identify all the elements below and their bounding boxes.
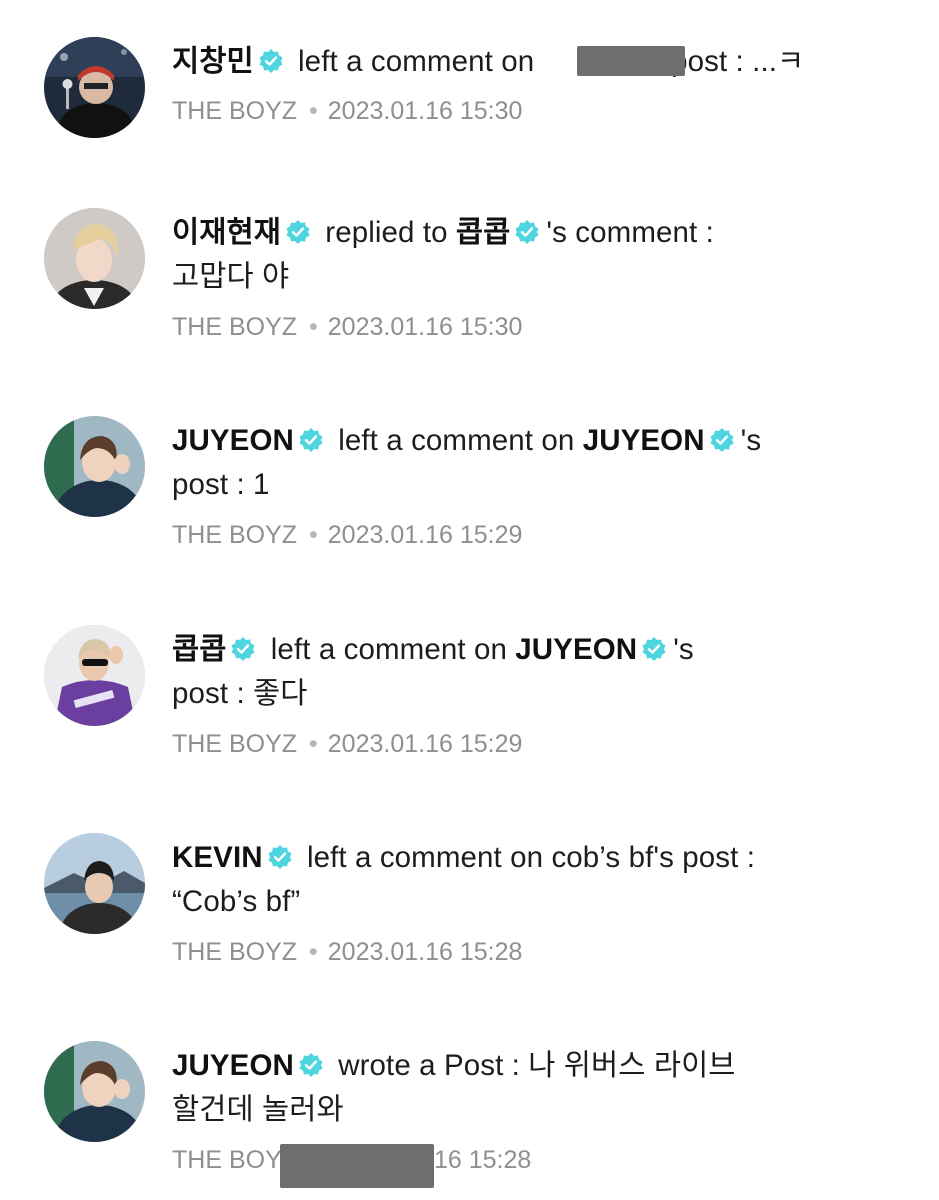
actor-name[interactable]: JUYEON <box>172 424 294 457</box>
verified-badge-icon <box>298 1052 324 1078</box>
notification-body: 콥콥 left a comment on JUYEON 's post : 좋다 T… <box>172 628 872 758</box>
group-name: THE BOYZ <box>172 938 298 966</box>
timestamp: 2023.01.16 15:29 <box>327 730 523 758</box>
actor-name[interactable]: 콥콥 <box>172 633 226 666</box>
redacted-area <box>280 1144 434 1188</box>
group-name: THE BOYZ <box>172 97 298 125</box>
separator-dot: • <box>309 730 318 758</box>
group-name: THE BOY <box>172 1146 282 1174</box>
separator-dot: • <box>309 97 318 125</box>
user-avatar[interactable] <box>44 416 145 517</box>
notification-body: JUYEON left a comment on JUYEON 's post : … <box>172 419 872 549</box>
avatar-photo <box>44 833 145 934</box>
avatar-photo <box>44 208 145 309</box>
timestamp: 2023.01.16 15:30 <box>327 313 523 341</box>
actor-name[interactable]: JUYEON <box>172 1049 294 1082</box>
timestamp: 16 15:28 <box>434 1146 532 1174</box>
notification-body: JUYEON wrote a Post : 나 위버스 라이브할건데 놀러와 T… <box>172 1044 872 1188</box>
action-text: left a comment on <box>270 633 507 666</box>
notification-meta: THE BOYZ • 2023.01.16 15:30 <box>172 96 522 126</box>
avatar-photo <box>44 37 145 138</box>
comment-excerpt: post : 1 <box>172 468 270 501</box>
notification-meta: THE BOYZ • 2023.01.16 15:29 <box>172 729 522 759</box>
user-avatar[interactable] <box>44 208 145 309</box>
redacted-username <box>577 46 685 76</box>
action-text: left a comment on <box>298 45 535 78</box>
separator-dot: • <box>309 313 318 341</box>
notification-body: 지창민 left a comment on's post : ...ㅋ THE … <box>172 40 872 125</box>
comment-excerpt: “Cob’s bf” <box>172 885 301 918</box>
notification-meta: THE BOYZ • 2023.01.16 15:30 <box>172 312 522 342</box>
notification-text: 이재현재 replied to 콥콥 's comment : 고맙다 야 <box>172 211 872 299</box>
comment-excerpt: 고맙다 야 <box>172 260 290 293</box>
avatar-photo <box>44 625 145 726</box>
actor-name[interactable]: 지창민 <box>172 45 254 78</box>
notification-text: 콥콥 left a comment on JUYEON 's post : 좋다 <box>172 628 872 716</box>
actor-name[interactable]: KEVIN <box>172 841 263 874</box>
user-avatar[interactable] <box>44 1041 145 1142</box>
verified-badge-icon <box>285 219 311 245</box>
action-text: replied to <box>325 216 448 249</box>
group-name: THE BOYZ <box>172 313 298 341</box>
verified-badge-icon <box>709 427 735 453</box>
notification-body: KEVIN left a comment on cob’s bf's post … <box>172 836 872 966</box>
actor-name[interactable]: 이재현재 <box>172 216 281 249</box>
group-name: THE BOYZ <box>172 521 298 549</box>
user-avatar[interactable] <box>44 833 145 934</box>
target-name[interactable]: 콥콥 <box>456 216 510 249</box>
verified-badge-icon <box>258 48 284 74</box>
target-name[interactable]: JUYEON <box>583 424 705 457</box>
verified-badge-icon <box>230 636 256 662</box>
action-text: left a comment on <box>338 424 575 457</box>
notification-body: 이재현재 replied to 콥콥 's comment : 고맙다 야 THE … <box>172 211 872 341</box>
timestamp: 2023.01.16 15:30 <box>327 97 523 125</box>
notification-text: 지창민 left a comment on's post : ...ㅋ <box>172 40 872 84</box>
verified-badge-icon <box>641 636 667 662</box>
notification-feed: 지창민 left a comment on's post : ...ㅋ THE … <box>0 0 939 1200</box>
notification-meta: THE BOYZ • 2023.01.16 15:29 <box>172 520 522 550</box>
timestamp: 2023.01.16 15:29 <box>327 521 523 549</box>
verified-badge-icon <box>267 844 293 870</box>
verified-badge-icon <box>298 427 324 453</box>
avatar-photo <box>44 416 145 517</box>
separator-dot: • <box>309 521 318 549</box>
comment-excerpt: post : 좋다 <box>172 677 308 710</box>
target-name[interactable]: JUYEON <box>515 633 637 666</box>
avatar-photo <box>44 1041 145 1142</box>
action-text: left a comment on cob’s bf's post : <box>306 841 755 874</box>
timestamp: 2023.01.16 15:28 <box>327 938 523 966</box>
suffix-text: 's <box>673 633 694 666</box>
suffix-text: 's <box>740 424 762 457</box>
user-avatar[interactable] <box>44 37 145 138</box>
user-avatar[interactable] <box>44 625 145 726</box>
notification-meta: THE BOYZ • 2023.01.16 15:28 <box>172 937 522 967</box>
group-name: THE BOYZ <box>172 730 298 758</box>
post-excerpt: 할건데 놀러와 <box>172 1093 344 1126</box>
verified-badge-icon <box>514 219 540 245</box>
suffix-text: 's comment : <box>546 216 714 249</box>
separator-dot: • <box>309 938 318 966</box>
action-text: wrote a Post : 나 위버스 라이브 <box>338 1049 736 1082</box>
notification-text: KEVIN left a comment on cob’s bf's post … <box>172 836 872 924</box>
notification-text: JUYEON left a comment on JUYEON 's post : … <box>172 419 872 507</box>
notification-text: JUYEON wrote a Post : 나 위버스 라이브할건데 놀러와 <box>172 1044 872 1132</box>
